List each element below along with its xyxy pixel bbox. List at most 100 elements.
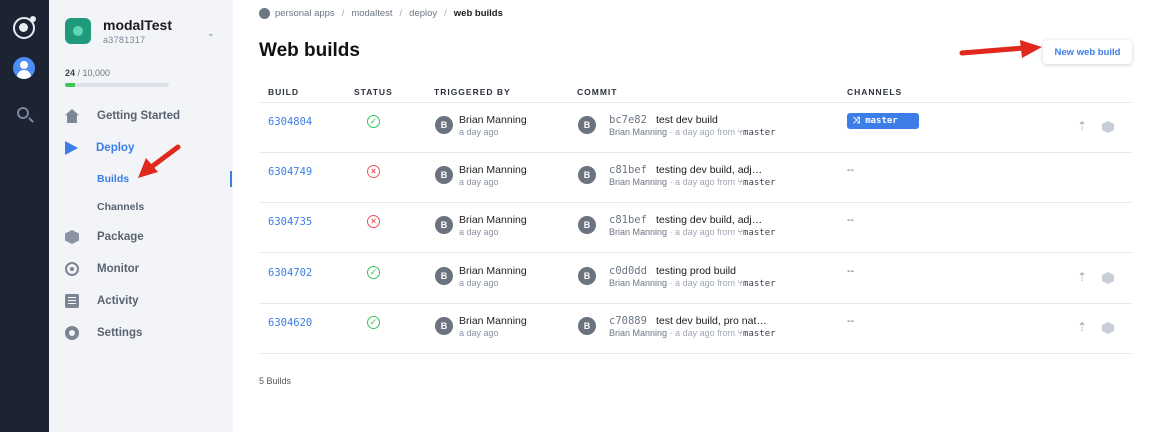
commit-branch: master [743,178,776,188]
commit-sha[interactable]: c0d0dd [609,265,647,277]
column-header-build: BUILD [268,87,299,97]
commit-meta: Brian Manning · a day ago from ⑂master [609,278,776,289]
triggered-by-name: Brian Manning [459,315,527,327]
sidebar-subitem-builds[interactable]: Builds [97,173,129,185]
sidebar-item-package[interactable]: Package [65,227,144,247]
commit-author: Brian Manning [609,177,668,187]
sidebar-item-activity[interactable]: Activity [65,291,139,311]
triggered-by-name: Brian Manning [459,164,527,176]
build-number-link[interactable]: 6304702 [268,267,312,279]
triggered-time: a day ago [459,127,499,137]
channel-empty: -- [847,265,854,277]
column-header-channels: CHANNELS [847,87,903,97]
avatar: B [435,216,453,234]
app-avatar[interactable] [65,18,91,44]
active-nav-marker [230,171,232,187]
commit-author-avatar: B [578,116,596,134]
commit-sha[interactable]: c70889 [609,315,647,327]
commit-sha[interactable]: c81bef [609,164,647,176]
table-row[interactable]: 6304620 ✓ B Brian Manning a day ago Bc70889 te… [259,304,1132,354]
table-row[interactable]: 6304702 ✓ B Brian Manning a day ago Bc0d0dd te… [259,254,1132,304]
triggered-by-name: Brian Manning [459,265,527,277]
sidebar-item-monitor[interactable]: Monitor [65,259,139,279]
usage-bar-fill [65,83,75,87]
commit-meta: Brian Manning · a day ago from ⑂master [609,328,776,339]
commit-time: · a day ago [669,278,715,288]
table-row[interactable]: 6304804 ✓ B Brian Manning a day ago Bbc7e82 te… [259,103,1132,153]
sidebar-item-label: Activity [97,295,139,307]
commit-time: · a day ago [669,177,715,187]
build-number-link[interactable]: 6304804 [268,116,312,128]
commit-author-avatar: B [578,166,596,184]
channel-badge[interactable]: ⤨ master [847,113,919,129]
channel-empty: -- [847,214,854,226]
commit-message: testing dev build, adj… [656,164,763,176]
app-name[interactable]: modalTest [103,17,172,33]
user-avatar-icon[interactable] [13,57,35,79]
deploy-up-arrow-icon[interactable]: ⇡ [1077,119,1087,133]
shuffle-icon: ⤨ [853,116,861,126]
build-number-link[interactable]: 6304735 [268,216,312,228]
breadcrumb-separator: / [444,8,447,19]
status-failed-icon: × [367,215,380,228]
sidebar-item-getting-started[interactable]: Getting Started [65,106,180,126]
sidebar-item-label: Getting Started [97,110,181,122]
commit-author-avatar: B [578,216,596,234]
table-row[interactable]: 6304735 × B Brian Manning a day ago Bc81bef te… [259,203,1132,253]
commit-branch: master [743,329,776,339]
breadcrumb-current: web builds [453,8,503,19]
breadcrumb-personal-apps[interactable]: personal apps [275,8,335,19]
package-icon [65,230,79,244]
sidebar-item-settings[interactable]: Settings [65,323,142,343]
breadcrumb-deploy[interactable]: deploy [409,8,437,19]
commit-message: test dev build [656,114,718,126]
deploy-up-arrow-icon[interactable]: ⇡ [1077,270,1087,284]
commit-branch: master [743,228,776,238]
usage-bar [65,83,169,87]
commit-author: Brian Manning [609,328,668,338]
package-box-icon[interactable] [1102,322,1114,334]
breadcrumb-separator: / [399,8,403,19]
settings-icon [65,326,79,340]
app-rail [0,0,49,432]
triggered-time: a day ago [459,328,499,338]
commit-meta: Brian Manning · a day ago from ⑂master [609,127,776,138]
package-box-icon[interactable] [1102,121,1114,133]
sidebar-item-label: Settings [97,327,143,339]
channel-empty: -- [847,164,854,176]
new-web-build-button[interactable]: New web build [1043,40,1132,64]
commit-time: · a day ago [669,227,715,237]
avatar: B [435,317,453,335]
annotation-arrow-builds [138,144,181,178]
sidebar-item-label: Deploy [96,142,135,154]
status-failed-icon: × [367,165,380,178]
build-number-link[interactable]: 6304749 [268,166,312,178]
commit-sha[interactable]: bc7e82 [609,114,647,126]
search-icon[interactable] [17,107,29,119]
ionic-logo-icon[interactable] [13,16,36,39]
commit-from-label: from [717,227,736,237]
commit-message: testing prod build [656,265,736,277]
avatar: B [435,166,453,184]
package-box-icon[interactable] [1102,272,1114,284]
build-count: 5 Builds [259,376,292,386]
commit-time: · a day ago [669,127,715,137]
commit-from-label: from [717,278,736,288]
page-title: Web builds [259,40,360,61]
status-success-icon: ✓ [367,316,380,329]
sidebar-item-deploy[interactable]: Deploy [65,138,134,158]
usage-text: 24 / 10,000 [65,68,110,78]
user-avatar-icon [259,8,270,19]
breadcrumb-separator: / [341,8,345,19]
commit-time: · a day ago [669,328,715,338]
commit-message: test dev build, pro nat… [656,315,767,327]
sidebar-subitem-channels[interactable]: Channels [97,201,144,213]
breadcrumb-app[interactable]: modaltest [351,8,392,19]
usage-limit: / 10,000 [77,68,111,78]
app-switcher-chevron-icon[interactable]: ⌄ [207,28,215,39]
commit-sha[interactable]: c81bef [609,214,647,226]
build-number-link[interactable]: 6304620 [268,317,312,329]
commit-author: Brian Manning [609,127,668,137]
deploy-up-arrow-icon[interactable]: ⇡ [1077,320,1087,334]
table-row[interactable]: 6304749 × B Brian Manning a day ago Bc81bef te… [259,153,1132,203]
